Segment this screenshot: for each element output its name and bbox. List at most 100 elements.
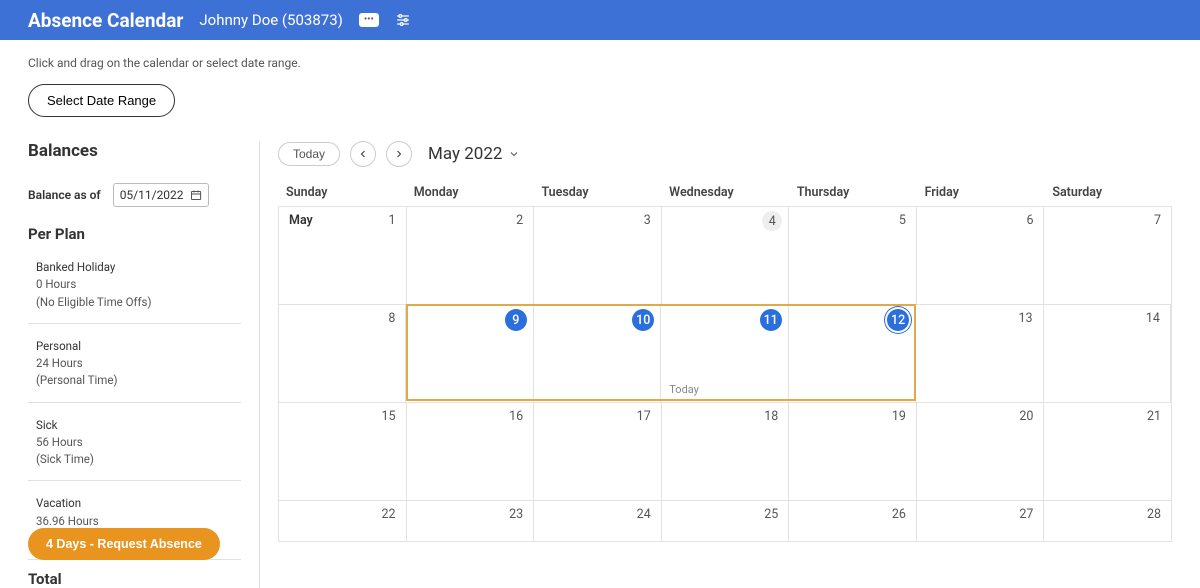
calendar-day-selected[interactable]: 9	[406, 305, 533, 402]
dow-cell: Sunday	[278, 179, 406, 206]
calendar-day[interactable]: 22	[279, 501, 407, 541]
total-heading: Total	[28, 570, 241, 588]
calendar-day[interactable]: 2	[407, 207, 535, 304]
calendar-day[interactable]: 28	[1044, 501, 1171, 541]
day-number: 12	[887, 309, 909, 331]
day-number: 1	[389, 213, 396, 228]
calendar-day[interactable]: 3	[534, 207, 662, 304]
day-number: 2	[516, 213, 523, 228]
day-number: 23	[509, 507, 523, 522]
chevron-down-icon	[508, 148, 520, 160]
calendar-day[interactable]: 26	[789, 501, 917, 541]
day-number: 3	[644, 213, 651, 228]
user-name[interactable]: Johnny Doe (503873)	[199, 11, 343, 29]
day-of-week-header: Sunday Monday Tuesday Wednesday Thursday…	[278, 179, 1172, 206]
calendar-day[interactable]: 19	[789, 403, 917, 500]
next-month-button[interactable]	[386, 141, 412, 167]
plan-hours: 0 Hours	[36, 276, 241, 293]
day-number: 26	[892, 507, 906, 522]
dow-cell: Thursday	[789, 179, 917, 206]
day-number: 25	[764, 507, 778, 522]
calendar-day-selected[interactable]: 10	[534, 305, 661, 402]
day-number: 16	[509, 409, 523, 424]
balance-date-input[interactable]: 05/11/2022	[113, 183, 209, 207]
dow-cell: Monday	[406, 179, 534, 206]
calendar-day[interactable]: 23	[407, 501, 535, 541]
calendar-day[interactable]: 27	[917, 501, 1045, 541]
plan-item: Personal 24 Hours (Personal Time)	[28, 332, 241, 403]
balances-sidebar: Balances Balance as of 05/11/2022 Per Pl…	[28, 141, 260, 588]
plan-hours: 24 Hours	[36, 355, 241, 372]
calendar-day-selected[interactable]: 12	[789, 305, 916, 402]
balance-as-of-label: Balance as of	[28, 188, 101, 202]
today-button[interactable]: Today	[278, 142, 340, 166]
calendar-day[interactable]: 7	[1044, 207, 1171, 304]
today-marker: Today	[669, 383, 699, 396]
dow-cell: Friday	[917, 179, 1045, 206]
instruction-text: Click and drag on the calendar or select…	[28, 56, 1172, 70]
calendar-day[interactable]: 6	[917, 207, 1045, 304]
plan-name: Banked Holiday	[36, 259, 241, 276]
calendar-day[interactable]: 18	[662, 403, 790, 500]
plan-name: Sick	[36, 417, 241, 434]
calendar-week: 8 9 10 11 Today 12 13 14	[279, 305, 1171, 403]
month-tag: May	[289, 213, 313, 228]
balances-heading: Balances	[28, 141, 241, 161]
page-title: Absence Calendar	[28, 9, 183, 32]
plan-item: Banked Holiday 0 Hours (No Eligible Time…	[28, 253, 241, 324]
day-number: 8	[388, 311, 395, 326]
day-number: 24	[637, 507, 651, 522]
day-number: 4	[762, 211, 782, 231]
calendar-day-selected[interactable]: 11 Today	[661, 305, 788, 402]
more-actions-badge[interactable]: •••	[359, 13, 379, 27]
calendar-day[interactable]: 21	[1044, 403, 1171, 500]
day-number: 13	[1018, 311, 1032, 326]
plan-detail: (Personal Time)	[36, 372, 241, 389]
day-number: 22	[382, 507, 396, 522]
day-number: 27	[1019, 507, 1033, 522]
calendar-grid[interactable]: May 1 2 3 4 5 6 7 8 9 10 11 Today 12 13 14	[278, 206, 1172, 542]
day-number: 5	[899, 213, 906, 228]
calendar-day[interactable]: 16	[407, 403, 535, 500]
calendar-day[interactable]: 5	[789, 207, 917, 304]
calendar-area: Today May 2022 Sunday Monday Tuesday Wed…	[260, 141, 1172, 588]
plan-detail: (No Eligible Time Offs)	[36, 294, 241, 311]
calendar-day[interactable]: May 1	[279, 207, 407, 304]
day-number: 7	[1154, 213, 1161, 228]
day-number: 10	[632, 309, 654, 331]
settings-sliders-icon[interactable]	[395, 12, 411, 28]
plan-name: Vacation	[36, 495, 241, 512]
day-number: 15	[382, 409, 396, 424]
calendar-week: May 1 2 3 4 5 6 7	[279, 207, 1171, 305]
day-number: 11	[760, 309, 782, 331]
calendar-icon	[190, 188, 202, 202]
prev-month-button[interactable]	[350, 141, 376, 167]
day-number: 18	[764, 409, 778, 424]
calendar-day[interactable]: 15	[279, 403, 407, 500]
dow-cell: Tuesday	[533, 179, 661, 206]
calendar-day[interactable]: 20	[917, 403, 1045, 500]
day-number: 17	[637, 409, 651, 424]
app-header: Absence Calendar Johnny Doe (503873) •••	[0, 0, 1200, 40]
month-label-text: May 2022	[428, 144, 502, 164]
day-number: 9	[505, 309, 527, 331]
plan-detail: (Sick Time)	[36, 451, 241, 468]
month-selector[interactable]: May 2022	[428, 144, 520, 164]
calendar-day[interactable]: 8	[279, 305, 406, 402]
select-date-range-button[interactable]: Select Date Range	[28, 84, 175, 117]
calendar-day[interactable]: 25	[662, 501, 790, 541]
day-number: 14	[1146, 311, 1160, 326]
calendar-day[interactable]: 4	[662, 207, 790, 304]
day-number: 28	[1147, 507, 1161, 522]
plan-item: Sick 56 Hours (Sick Time)	[28, 411, 241, 482]
calendar-week: 22 23 24 25 26 27 28	[279, 501, 1171, 541]
calendar-day[interactable]: 24	[534, 501, 662, 541]
request-absence-button[interactable]: 4 Days - Request Absence	[28, 528, 220, 560]
calendar-day[interactable]: 14	[1044, 305, 1171, 402]
day-number: 20	[1019, 409, 1033, 424]
chevron-right-icon	[393, 148, 405, 160]
calendar-day[interactable]: 13	[916, 305, 1043, 402]
plan-name: Personal	[36, 338, 241, 355]
day-number: 6	[1026, 213, 1033, 228]
calendar-day[interactable]: 17	[534, 403, 662, 500]
